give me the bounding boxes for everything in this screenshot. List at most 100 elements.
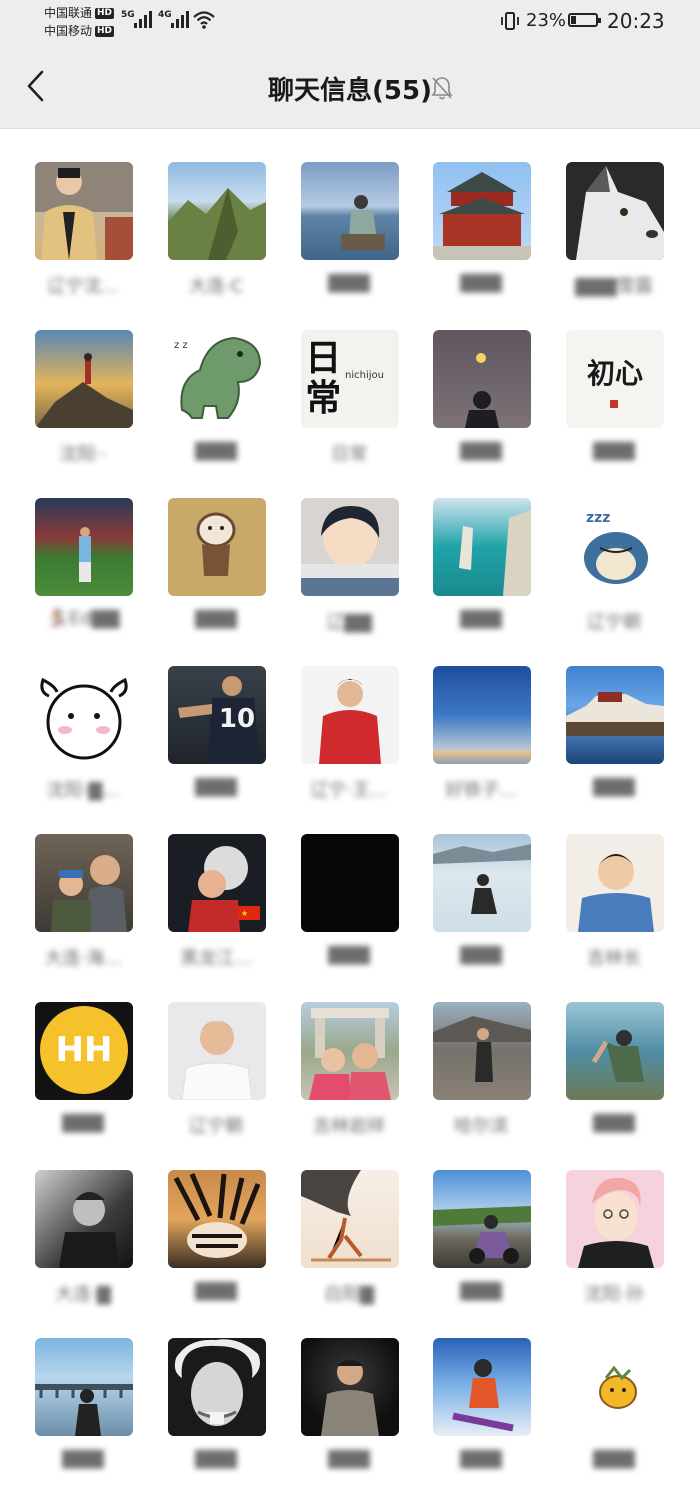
member-item[interactable]: 好铁子... xyxy=(416,666,546,816)
member-item[interactable]: ▇▇▇ xyxy=(151,498,281,648)
signal-icon-1 xyxy=(134,10,152,28)
member-item[interactable]: ▇▇▇ xyxy=(416,330,546,480)
page-title: 聊天信息(55) xyxy=(268,76,432,106)
bell-muted-icon xyxy=(431,77,453,100)
member-name: ▇▇▇ xyxy=(328,944,370,965)
avatar xyxy=(168,498,266,596)
avatar xyxy=(433,162,531,260)
member-item[interactable]: 10 ▇▇▇ xyxy=(151,666,281,816)
hh-logo-text: HH xyxy=(55,1030,113,1070)
member-item[interactable]: 沈阳·· xyxy=(18,330,148,480)
avatar xyxy=(301,1170,399,1268)
member-item[interactable]: ▇▇▇ xyxy=(416,834,546,984)
carrier-info: 中国联通 HD 中国移动 HD xyxy=(44,4,115,40)
member-name: 沈阳·孙 xyxy=(584,1284,644,1305)
member-item[interactable]: 大连·▇ xyxy=(18,1170,148,1320)
member-name: ▇▇▇ xyxy=(593,1112,635,1133)
member-name: 辽宁朝 xyxy=(189,1116,243,1137)
network-type-2: 4G xyxy=(158,10,172,20)
member-name: ▇▇▇ xyxy=(195,440,237,461)
avatar xyxy=(168,1338,266,1436)
wifi-icon xyxy=(193,11,215,29)
avatar xyxy=(566,666,664,764)
member-item[interactable]: 吉林长 xyxy=(549,834,679,984)
member-item[interactable]: 大连·C xyxy=(151,162,281,312)
member-item[interactable]: 沈阳·▇... xyxy=(18,666,148,816)
member-item[interactable]: zzz 辽宁朝 xyxy=(549,498,679,648)
member-item[interactable]: ▇▇▇ xyxy=(18,1338,148,1488)
member-name: ▇▇▇ xyxy=(62,1448,104,1469)
member-name: 辽▇▇ xyxy=(326,612,372,633)
member-name: ▇▇▇ xyxy=(62,1112,104,1133)
hd-badge-1: HD xyxy=(95,7,115,19)
member-item[interactable]: 日常 nichijou 日常 xyxy=(284,330,414,480)
member-item[interactable]: ▇▇▇ xyxy=(284,162,414,312)
avatar: ★ xyxy=(168,834,266,932)
member-item[interactable]: 大连·海... xyxy=(18,834,148,984)
member-name: 哈尔滨 xyxy=(454,1116,508,1137)
battery-percent: 23% xyxy=(526,10,567,31)
member-item[interactable]: ▇▇▇ xyxy=(151,1170,281,1320)
avatar: 日常 nichijou xyxy=(301,330,399,428)
avatar: HH xyxy=(35,1002,133,1100)
member-item[interactable]: ▇▇▇ xyxy=(549,666,679,816)
member-item[interactable]: 辽▇▇ xyxy=(284,498,414,648)
member-item[interactable]: 白阳▇ xyxy=(284,1170,414,1320)
member-name: ▇▇▇ xyxy=(195,1448,237,1469)
member-item[interactable]: ▇▇▇ xyxy=(549,1002,679,1152)
avatar xyxy=(35,1170,133,1268)
avatar xyxy=(566,1338,664,1436)
member-item[interactable]: ▇▇▇ xyxy=(549,1338,679,1488)
member-item[interactable]: 吉林岩祥 xyxy=(284,1002,414,1152)
member-item[interactable]: ▇▇▇ xyxy=(284,834,414,984)
member-name: ▇▇▇ xyxy=(460,440,502,461)
member-name: ▇▇▇ xyxy=(460,608,502,629)
member-item[interactable]: 辽宁·王... xyxy=(284,666,414,816)
avatar xyxy=(35,666,133,764)
avatar xyxy=(433,1338,531,1436)
carrier-1: 中国联通 xyxy=(44,6,93,20)
signal-icon-2 xyxy=(171,10,189,28)
member-item[interactable]: 初心 ▇▇▇ xyxy=(549,330,679,480)
member-item[interactable]: ▇▇▇ xyxy=(416,1338,546,1488)
avatar xyxy=(433,834,531,932)
member-name: 大连·海... xyxy=(44,948,122,969)
member-item[interactable]: HH ▇▇▇ xyxy=(18,1002,148,1152)
avatar xyxy=(301,1002,399,1100)
member-item[interactable]: ▇▇▇ xyxy=(151,1338,281,1488)
avatar xyxy=(35,498,133,596)
member-item[interactable]: ★ 黑龙江... xyxy=(151,834,281,984)
member-item[interactable]: ▇▇▇ xyxy=(284,1338,414,1488)
avatar xyxy=(168,162,266,260)
avatar xyxy=(433,498,531,596)
avatar xyxy=(301,498,399,596)
member-item[interactable]: 辽宁朝 xyxy=(151,1002,281,1152)
member-item[interactable]: 🏂Ed▇▇ xyxy=(18,498,148,648)
vibrate-icon xyxy=(501,12,519,30)
member-item[interactable]: ▇▇▇ xyxy=(416,1170,546,1320)
member-name: 沈阳·· xyxy=(59,444,107,465)
member-name: ▇▇▇ xyxy=(460,272,502,293)
avatar xyxy=(566,1170,664,1268)
member-name: ▇▇▇ xyxy=(328,1448,370,1469)
avatar: zzz xyxy=(566,498,664,596)
member-name: ▇▇▇ xyxy=(460,944,502,965)
member-name: 吉林长 xyxy=(587,948,641,969)
member-item[interactable]: 沈阳·孙 xyxy=(549,1170,679,1320)
member-name: 大连·C xyxy=(188,276,244,297)
nichijou-subtext: nichijou xyxy=(345,370,384,381)
member-item[interactable]: ▇▇▇ xyxy=(416,498,546,648)
member-name: ▇▇▇雪露 xyxy=(575,276,653,297)
status-bar: 中国联通 HD 中国移动 HD 5G 4G 23% 20:23 xyxy=(0,0,700,44)
member-item[interactable]: 哈尔滨 xyxy=(416,1002,546,1152)
avatar xyxy=(301,1338,399,1436)
member-name: 辽宁沈... xyxy=(47,276,119,297)
avatar: 10 xyxy=(168,666,266,764)
hd-badge-2: HD xyxy=(95,25,115,37)
member-item[interactable]: 辽宁沈... xyxy=(18,162,148,312)
member-name: ▇▇▇ xyxy=(460,1280,502,1301)
member-item[interactable]: z z ▇▇▇ xyxy=(151,330,281,480)
member-item[interactable]: ▇▇▇ xyxy=(416,162,546,312)
member-item[interactable]: ▇▇▇雪露 xyxy=(549,162,679,312)
avatar xyxy=(168,1002,266,1100)
